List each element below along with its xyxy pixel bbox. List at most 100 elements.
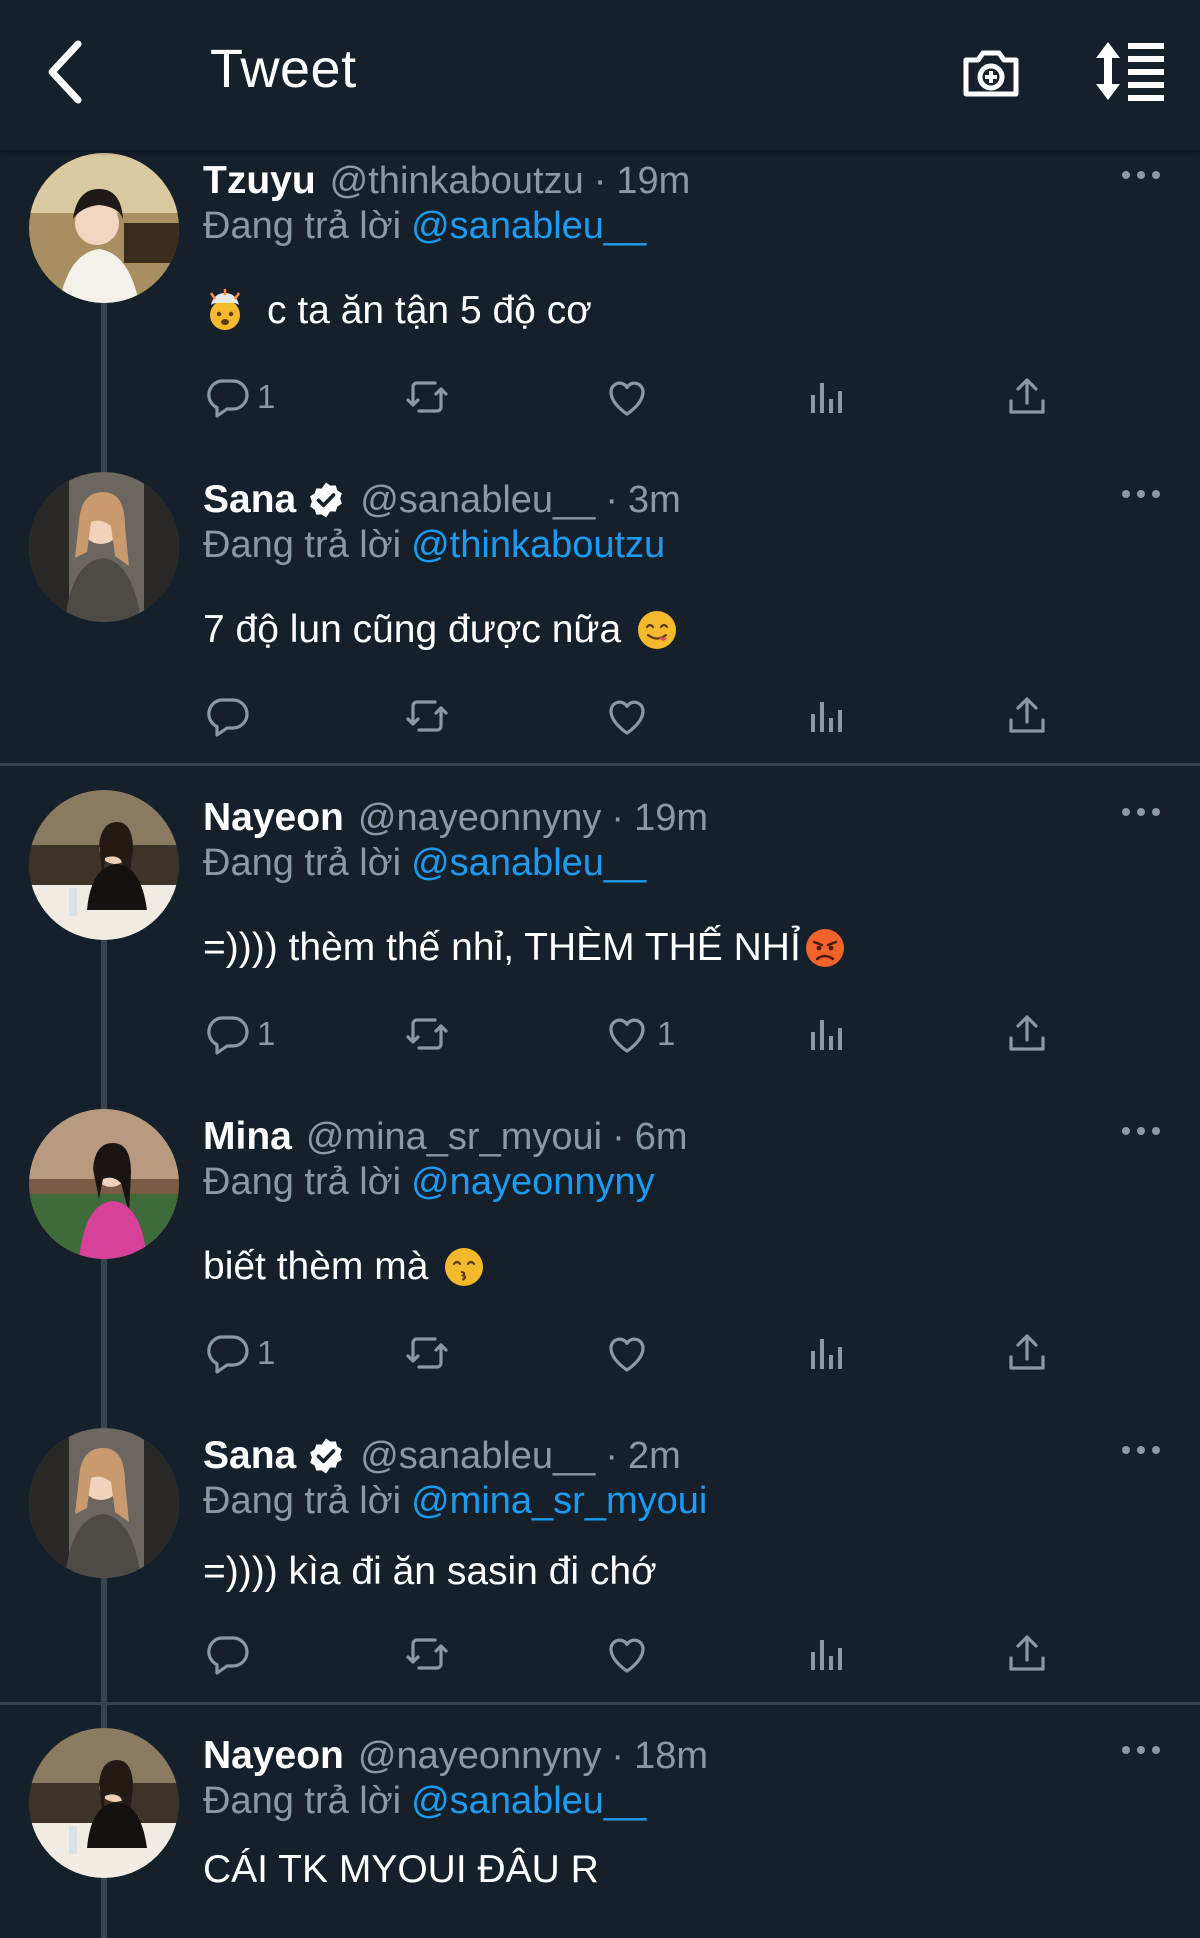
replying-to-label: Đang trả lời (203, 205, 402, 247)
verified-badge-icon (306, 1436, 346, 1476)
replying-to-label: Đang trả lời (203, 1161, 402, 1203)
share-icon (1003, 1010, 1051, 1058)
timestamp: 19m (616, 159, 691, 202)
share-button[interactable] (1003, 1323, 1051, 1383)
display-name[interactable]: Mina (203, 1115, 292, 1159)
ellipsis-icon[interactable] (1118, 1440, 1164, 1460)
like-button[interactable] (603, 1323, 651, 1383)
views-button[interactable] (803, 1323, 851, 1383)
tweet-text-content: biết thèm mà (203, 1245, 429, 1288)
tweet-card[interactable]: Nayeon @nayeonnyny · 19m Đang trả lời @sa… (0, 790, 1200, 1790)
timestamp: 3m (627, 478, 681, 521)
tweet-card[interactable]: Tzuyu @thinkaboutzu · 19m Đang trả lời @s… (0, 153, 1200, 473)
handle[interactable]: @nayeonnyny (358, 1735, 602, 1778)
heart-icon (603, 1010, 651, 1058)
share-button[interactable] (1003, 1004, 1051, 1064)
replying-to-label: Đang trả lời (203, 842, 402, 884)
angry-face-emoji (803, 926, 847, 970)
tweet-text: =)))) kìa đi ăn sasin đi chớ (203, 1544, 657, 1600)
tweet-text: c ta ăn tận 5 độ cơ (203, 283, 592, 339)
display-name[interactable]: Sana (203, 478, 296, 522)
camera-plus-icon[interactable] (958, 40, 1024, 106)
reply-button[interactable]: 1 (203, 367, 275, 427)
retweet-icon (403, 692, 451, 740)
ellipsis-icon[interactable] (1118, 484, 1164, 504)
analytics-icon (803, 1630, 851, 1678)
mention-link[interactable]: @thinkaboutzu (411, 524, 665, 566)
retweet-button[interactable] (403, 1323, 451, 1383)
retweet-button[interactable] (403, 1004, 451, 1064)
reply-icon (203, 373, 251, 421)
reply-button[interactable] (203, 686, 257, 746)
like-button[interactable] (603, 367, 651, 427)
views-button[interactable] (803, 367, 851, 427)
ellipsis-icon[interactable] (1118, 802, 1164, 822)
page-title: Tweet (210, 39, 357, 99)
avatar[interactable] (29, 1428, 179, 1578)
ellipsis-icon[interactable] (1118, 1121, 1164, 1141)
tweet-card[interactable]: Nayeon @nayeonnyny · 18m Đang trả lời @sa… (0, 1728, 1200, 1938)
like-button[interactable] (603, 686, 651, 746)
handle[interactable]: @nayeonnyny (358, 797, 602, 840)
tweet-text-content: =)))) kìa đi ăn sasin đi chớ (203, 1550, 657, 1593)
thread-divider (0, 763, 1200, 766)
tweet-card[interactable]: Sana @sanableu__ · 3m Đang trả lời @think… (0, 472, 1200, 732)
replying-to: Đang trả lời @sanableu__ (203, 1780, 646, 1823)
display-name[interactable]: Tzuyu (203, 159, 316, 203)
avatar[interactable] (29, 790, 179, 940)
timestamp: 2m (627, 1434, 681, 1477)
reply-button[interactable]: 1 (203, 1323, 275, 1383)
avatar[interactable] (29, 1728, 179, 1878)
reply-button[interactable]: 1 (203, 1004, 275, 1064)
heart-icon (603, 1329, 651, 1377)
tweet-card[interactable]: Sana @sanableu__ · 2m Đang trả lời @mina_… (0, 1428, 1200, 1688)
retweet-button[interactable] (403, 367, 451, 427)
mention-link[interactable]: @mina_sr_myoui (411, 1480, 707, 1522)
handle[interactable]: @sanableu__ (360, 479, 595, 522)
retweet-button[interactable] (403, 686, 451, 746)
display-name[interactable]: Nayeon (203, 1734, 344, 1778)
tweet-text-content: CÁI TK MYOUI ĐÂU R (203, 1848, 599, 1891)
yum-face-emoji (635, 608, 679, 652)
avatar[interactable] (29, 1109, 179, 1259)
tweet-header: Tzuyu @thinkaboutzu · 19m (203, 153, 690, 209)
analytics-icon (803, 692, 851, 740)
share-button[interactable] (1003, 1624, 1051, 1684)
retweet-button[interactable] (403, 1624, 451, 1684)
handle[interactable]: @mina_sr_myoui (306, 1116, 602, 1159)
mention-link[interactable]: @nayeonnyny (411, 1161, 655, 1203)
share-button[interactable] (1003, 686, 1051, 746)
views-button[interactable] (803, 1004, 851, 1064)
reply-button[interactable] (203, 1624, 257, 1684)
share-icon (1003, 373, 1051, 421)
retweet-icon (403, 1329, 451, 1377)
tweet-text-content: c ta ăn tận 5 độ cơ (267, 289, 592, 332)
like-button[interactable] (603, 1624, 651, 1684)
tweet-card[interactable]: Mina @mina_sr_myoui · 6m Đang trả lời @na… (0, 1109, 1200, 1369)
display-name[interactable]: Nayeon (203, 796, 344, 840)
sort-list-icon[interactable] (1094, 40, 1166, 102)
tweet-text: CÁI TK MYOUI ĐÂU R (203, 1842, 599, 1898)
chevron-left-icon[interactable] (38, 36, 98, 108)
ellipsis-icon[interactable] (1118, 165, 1164, 185)
views-button[interactable] (803, 686, 851, 746)
avatar[interactable] (29, 153, 179, 303)
ellipsis-icon[interactable] (1118, 1740, 1164, 1760)
handle[interactable]: @sanableu__ (360, 1435, 595, 1478)
replying-to-label: Đang trả lời (203, 1480, 402, 1522)
views-button[interactable] (803, 1624, 851, 1684)
avatar[interactable] (29, 472, 179, 622)
mention-link[interactable]: @sanableu__ (411, 842, 646, 884)
like-button[interactable]: 1 (603, 1004, 675, 1064)
mention-link[interactable]: @sanableu__ (411, 205, 646, 247)
reply-count: 1 (257, 378, 276, 415)
mention-link[interactable]: @sanableu__ (411, 1780, 646, 1822)
share-button[interactable] (1003, 367, 1051, 427)
separator-dot: · (612, 1115, 625, 1158)
replying-to: Đang trả lời @thinkaboutzu (203, 524, 665, 567)
display-name[interactable]: Sana (203, 1434, 296, 1478)
handle[interactable]: @thinkaboutzu (330, 160, 584, 203)
separator-dot: · (593, 159, 607, 202)
tweet-header: Nayeon @nayeonnyny · 18m (203, 1728, 708, 1784)
replying-to-label: Đang trả lời (203, 1780, 402, 1822)
